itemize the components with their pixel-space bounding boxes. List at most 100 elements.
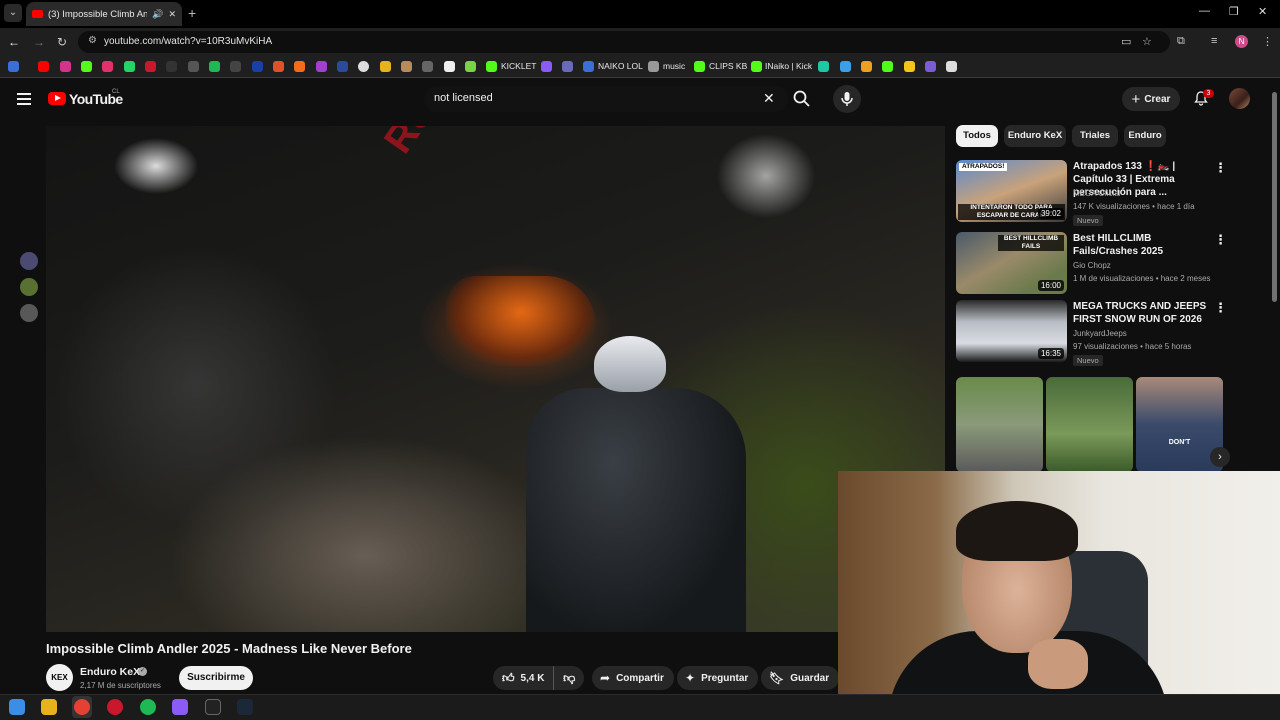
rec-channel[interactable]: MEGA Oficial bbox=[1073, 189, 1121, 198]
youtube-logo-icon[interactable] bbox=[48, 92, 66, 105]
bookmark-icon[interactable] bbox=[882, 61, 893, 72]
channel-avatar[interactable]: KEX bbox=[46, 664, 73, 691]
apps-grid-icon[interactable] bbox=[8, 61, 19, 72]
taskbar-app-icon[interactable] bbox=[107, 699, 123, 715]
share-button[interactable]: ➦ Compartir bbox=[592, 666, 674, 690]
chip-enduro[interactable]: Enduro bbox=[1124, 125, 1166, 147]
bookmark-icon[interactable] bbox=[358, 61, 369, 72]
bookmark-x-icon[interactable] bbox=[166, 61, 177, 72]
bookmark-icon[interactable] bbox=[925, 61, 936, 72]
bookmark-icon[interactable] bbox=[252, 61, 263, 72]
create-button[interactable]: + Crear bbox=[1122, 87, 1180, 111]
bookmark-icon[interactable] bbox=[145, 61, 156, 72]
back-button[interactable]: ← bbox=[8, 35, 20, 49]
save-button[interactable]: 🔖︎ Guardar bbox=[761, 666, 840, 690]
bookmark-icon[interactable] bbox=[316, 61, 327, 72]
rec-title[interactable]: MEGA TRUCKS AND JEEPS FIRST SNOW RUN OF … bbox=[1073, 300, 1211, 326]
new-tab-button[interactable]: + bbox=[188, 5, 196, 21]
site-info-icon[interactable]: ⚙ bbox=[88, 35, 97, 46]
bookmark-icon[interactable] bbox=[818, 61, 829, 72]
bookmark-icon[interactable] bbox=[294, 61, 305, 72]
rec-thumbnail[interactable]: BEST HILLCLIMB FAILS 16:00 bbox=[956, 232, 1067, 294]
taskbar-app-icon[interactable] bbox=[205, 699, 221, 715]
search-query[interactable]: not licensed bbox=[434, 92, 493, 104]
restore-button[interactable]: ❐ bbox=[1229, 5, 1239, 18]
close-tab-icon[interactable]: ✕ bbox=[168, 9, 176, 20]
bookmark-star-icon[interactable]: ☆ bbox=[1142, 35, 1152, 48]
like-button[interactable]: 👍︎ 5,4 K bbox=[493, 666, 555, 690]
bookmark-icon[interactable] bbox=[380, 61, 391, 72]
bookmark-kick-icon[interactable] bbox=[81, 61, 92, 72]
bookmark-clips-icon[interactable] bbox=[694, 61, 705, 72]
browser-tab-active[interactable]: (3) Impossible Climb Andler 🔊 ✕ bbox=[26, 2, 182, 26]
account-avatar[interactable] bbox=[1229, 88, 1250, 109]
bookmark-icon[interactable] bbox=[562, 61, 573, 72]
voice-search-button[interactable] bbox=[833, 85, 861, 113]
bookmark-icon[interactable] bbox=[444, 61, 455, 72]
rec-thumbnail[interactable]: 16:35 bbox=[956, 300, 1067, 362]
video-player[interactable]: Red Bull bbox=[46, 126, 945, 632]
bookmark-clips-kb[interactable]: CLIPS KB bbox=[709, 61, 747, 71]
tab-search-button[interactable]: ⌄ bbox=[4, 4, 22, 22]
speaker-icon[interactable]: 🔊 bbox=[152, 9, 163, 20]
more-options-icon[interactable]: ⋮ bbox=[1214, 160, 1227, 176]
bookmark-icon[interactable] bbox=[337, 61, 348, 72]
search-icon[interactable] bbox=[792, 89, 812, 109]
rec-thumbnail[interactable]: ATRAPADOS! INTENTARON TODO PARA ESCAPAR … bbox=[956, 160, 1067, 222]
chip-todos[interactable]: Todos bbox=[956, 125, 998, 147]
bookmark-icon[interactable] bbox=[840, 61, 851, 72]
steam-icon[interactable] bbox=[237, 699, 253, 715]
page-scrollbar[interactable] bbox=[1272, 92, 1277, 302]
bookmark-naiko-lol[interactable]: NAIKO LOL bbox=[598, 61, 643, 71]
spotify-icon[interactable] bbox=[140, 699, 156, 715]
guide-menu-icon[interactable] bbox=[17, 93, 31, 105]
windows-start-icon[interactable] bbox=[9, 699, 25, 715]
bookmark-naiko-kick[interactable]: INaiko | Kick bbox=[765, 61, 812, 71]
bookmark-icon[interactable] bbox=[465, 61, 476, 72]
bookmark-spotify-icon[interactable] bbox=[209, 61, 220, 72]
bookmark-icon[interactable] bbox=[230, 61, 241, 72]
ask-button[interactable]: ✦ Preguntar bbox=[677, 666, 759, 690]
close-window-button[interactable]: ✕ bbox=[1258, 5, 1267, 18]
bookmark-music-icon[interactable] bbox=[648, 61, 659, 72]
bookmark-icon[interactable] bbox=[188, 61, 199, 72]
bookmark-youtube-icon[interactable] bbox=[38, 61, 49, 72]
reload-button[interactable]: ↻ bbox=[57, 35, 67, 49]
bookmark-kicklet[interactable]: KICKLET bbox=[501, 61, 536, 71]
bookmark-icon[interactable] bbox=[861, 61, 872, 72]
bookmark-kicklet-icon[interactable] bbox=[486, 61, 497, 72]
bookmark-kick-icon[interactable] bbox=[751, 61, 762, 72]
more-options-icon[interactable]: ⋮ bbox=[1214, 232, 1227, 248]
bookmark-icon[interactable] bbox=[60, 61, 71, 72]
address-bar-url[interactable]: youtube.com/watch?v=10R3uMvKiHA bbox=[104, 36, 272, 47]
bookmark-icon[interactable] bbox=[273, 61, 284, 72]
short-thumbnail[interactable] bbox=[1046, 377, 1133, 472]
dislike-button[interactable]: 👎︎ bbox=[554, 671, 584, 686]
subscribe-button[interactable]: Suscribirme bbox=[179, 666, 253, 690]
short-thumbnail[interactable] bbox=[956, 377, 1043, 472]
minimize-button[interactable]: — bbox=[1199, 5, 1210, 17]
chrome-icon[interactable] bbox=[74, 699, 90, 715]
browser-menu-icon[interactable]: ⋮ bbox=[1262, 35, 1273, 48]
chip-triales[interactable]: Triales bbox=[1072, 125, 1118, 147]
chip-enduro-kex[interactable]: Enduro KeX bbox=[1004, 125, 1066, 147]
more-options-icon[interactable]: ⋮ bbox=[1214, 300, 1227, 316]
extensions-icon[interactable]: ⧉ bbox=[1177, 35, 1185, 48]
clear-search-icon[interactable]: ✕ bbox=[763, 90, 775, 107]
cast-icon[interactable]: ▭ bbox=[1121, 35, 1131, 48]
bookmark-whatsapp-icon[interactable] bbox=[124, 61, 135, 72]
rec-title[interactable]: Best HILLCLIMB Fails/Crashes 2025 bbox=[1073, 232, 1211, 258]
reading-list-icon[interactable]: ≡ bbox=[1211, 35, 1217, 47]
forward-button[interactable]: → bbox=[33, 35, 45, 49]
rec-channel[interactable]: JunkyardJeeps bbox=[1073, 329, 1127, 338]
bookmark-icon[interactable] bbox=[541, 61, 552, 72]
profile-avatar[interactable]: N bbox=[1235, 35, 1248, 48]
file-explorer-icon[interactable] bbox=[41, 699, 57, 715]
bookmark-icon[interactable] bbox=[401, 61, 412, 72]
discord-icon[interactable] bbox=[172, 699, 188, 715]
bookmark-icon[interactable] bbox=[946, 61, 957, 72]
chevron-right-icon[interactable]: › bbox=[1210, 447, 1230, 467]
bookmark-instagram-icon[interactable] bbox=[102, 61, 113, 72]
channel-name[interactable]: Enduro KeX bbox=[80, 666, 140, 678]
bookmark-naiko-icon[interactable] bbox=[583, 61, 594, 72]
